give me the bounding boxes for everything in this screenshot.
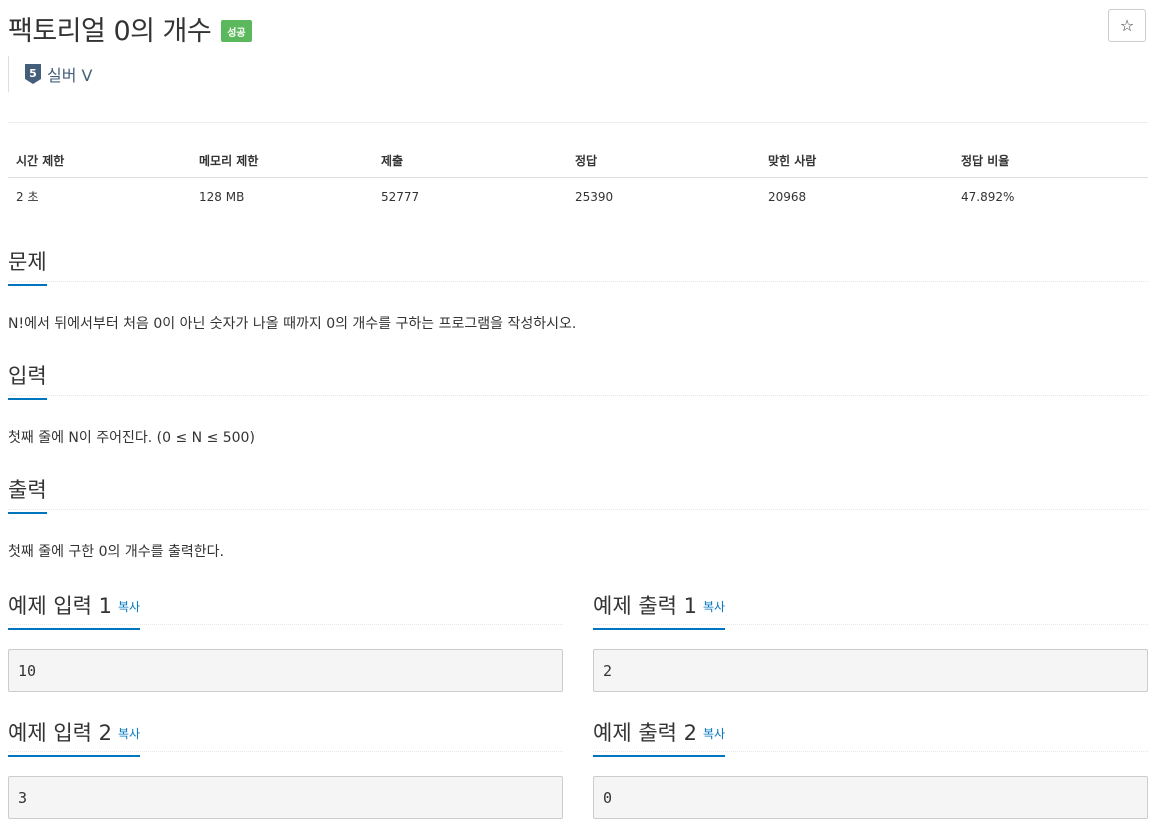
sample-input-2: 예제 입력 2 복사 3 [8, 717, 563, 819]
sample-output-1: 예제 출력 1 복사 2 [593, 590, 1148, 692]
sample-input-1-box[interactable]: 10 [8, 649, 563, 692]
tier-info: 5 실버 V [8, 56, 92, 92]
memory-limit-value: 128 MB [199, 189, 245, 204]
header-solved-users: 맞힌 사람 [760, 146, 953, 178]
divider [8, 751, 563, 752]
description-section: 문제 [8, 246, 1148, 286]
divider [8, 122, 1148, 123]
table-header-row: 시간 제한 메모리 제한 제출 정답 맞힌 사람 정답 비율 [8, 146, 1148, 178]
sample-output-2: 예제 출력 2 복사 0 [593, 717, 1148, 819]
header-accepted: 정답 [567, 146, 760, 178]
copy-button[interactable]: 복사 [118, 600, 140, 614]
input-section: 입력 [8, 360, 1148, 400]
divider [8, 395, 1148, 396]
sample-output-1-box[interactable]: 2 [593, 649, 1148, 692]
input-heading: 입력 [8, 360, 47, 400]
header-ratio: 정답 비율 [953, 146, 1148, 178]
divider [8, 281, 1148, 282]
sample-input-1-title: 예제 입력 1 [8, 594, 112, 618]
copy-button[interactable]: 복사 [703, 727, 725, 741]
solved-users-value[interactable]: 20968 [760, 178, 953, 216]
ratio-value: 47.892% [961, 189, 1015, 204]
output-text: 첫째 줄에 구한 0의 개수를 출력한다. [8, 544, 224, 560]
silver-tier-icon: 5 [25, 64, 41, 84]
star-icon: ☆ [1119, 16, 1135, 35]
copy-button[interactable]: 복사 [703, 600, 725, 614]
sample-input-2-title: 예제 입력 2 [8, 721, 112, 745]
divider [8, 624, 563, 625]
tier-number: 5 [29, 67, 37, 80]
table-row: 2 초 128 MB 52777 25390 20968 47.892% [8, 178, 1148, 216]
submissions-value[interactable]: 52777 [373, 178, 567, 216]
problem-info-table: 시간 제한 메모리 제한 제출 정답 맞힌 사람 정답 비율 2 초 128 M… [8, 146, 1148, 215]
accepted-value[interactable]: 25390 [567, 178, 760, 216]
output-section: 출력 [8, 474, 1148, 514]
sample-output-2-box[interactable]: 0 [593, 776, 1148, 819]
description-heading: 문제 [8, 246, 47, 286]
divider [593, 751, 1148, 752]
output-heading: 출력 [8, 474, 47, 514]
header-submissions: 제출 [373, 146, 567, 178]
star-button[interactable]: ☆ [1108, 9, 1146, 42]
problem-title-row: 팩토리얼 0의 개수 성공 [8, 8, 252, 48]
divider [8, 509, 1148, 510]
page-title: 팩토리얼 0의 개수 [8, 15, 212, 47]
description-text: N!에서 뒤에서부터 처음 0이 아닌 숫자가 나올 때까지 0의 개수를 구하… [8, 316, 577, 332]
copy-button[interactable]: 복사 [118, 727, 140, 741]
input-text: 첫째 줄에 N이 주어진다. (0 ≤ N ≤ 500) [8, 430, 255, 446]
status-badge: 성공 [221, 20, 252, 42]
divider [593, 624, 1148, 625]
header-time-limit: 시간 제한 [8, 146, 191, 178]
sample-output-2-title: 예제 출력 2 [593, 721, 697, 745]
sample-input-2-box[interactable]: 3 [8, 776, 563, 819]
sample-output-1-title: 예제 출력 1 [593, 594, 697, 618]
time-limit-value: 2 초 [16, 190, 39, 204]
tier-label[interactable]: 실버 V [47, 62, 92, 86]
header-memory-limit: 메모리 제한 [191, 146, 373, 178]
sample-input-1: 예제 입력 1 복사 10 [8, 590, 563, 692]
